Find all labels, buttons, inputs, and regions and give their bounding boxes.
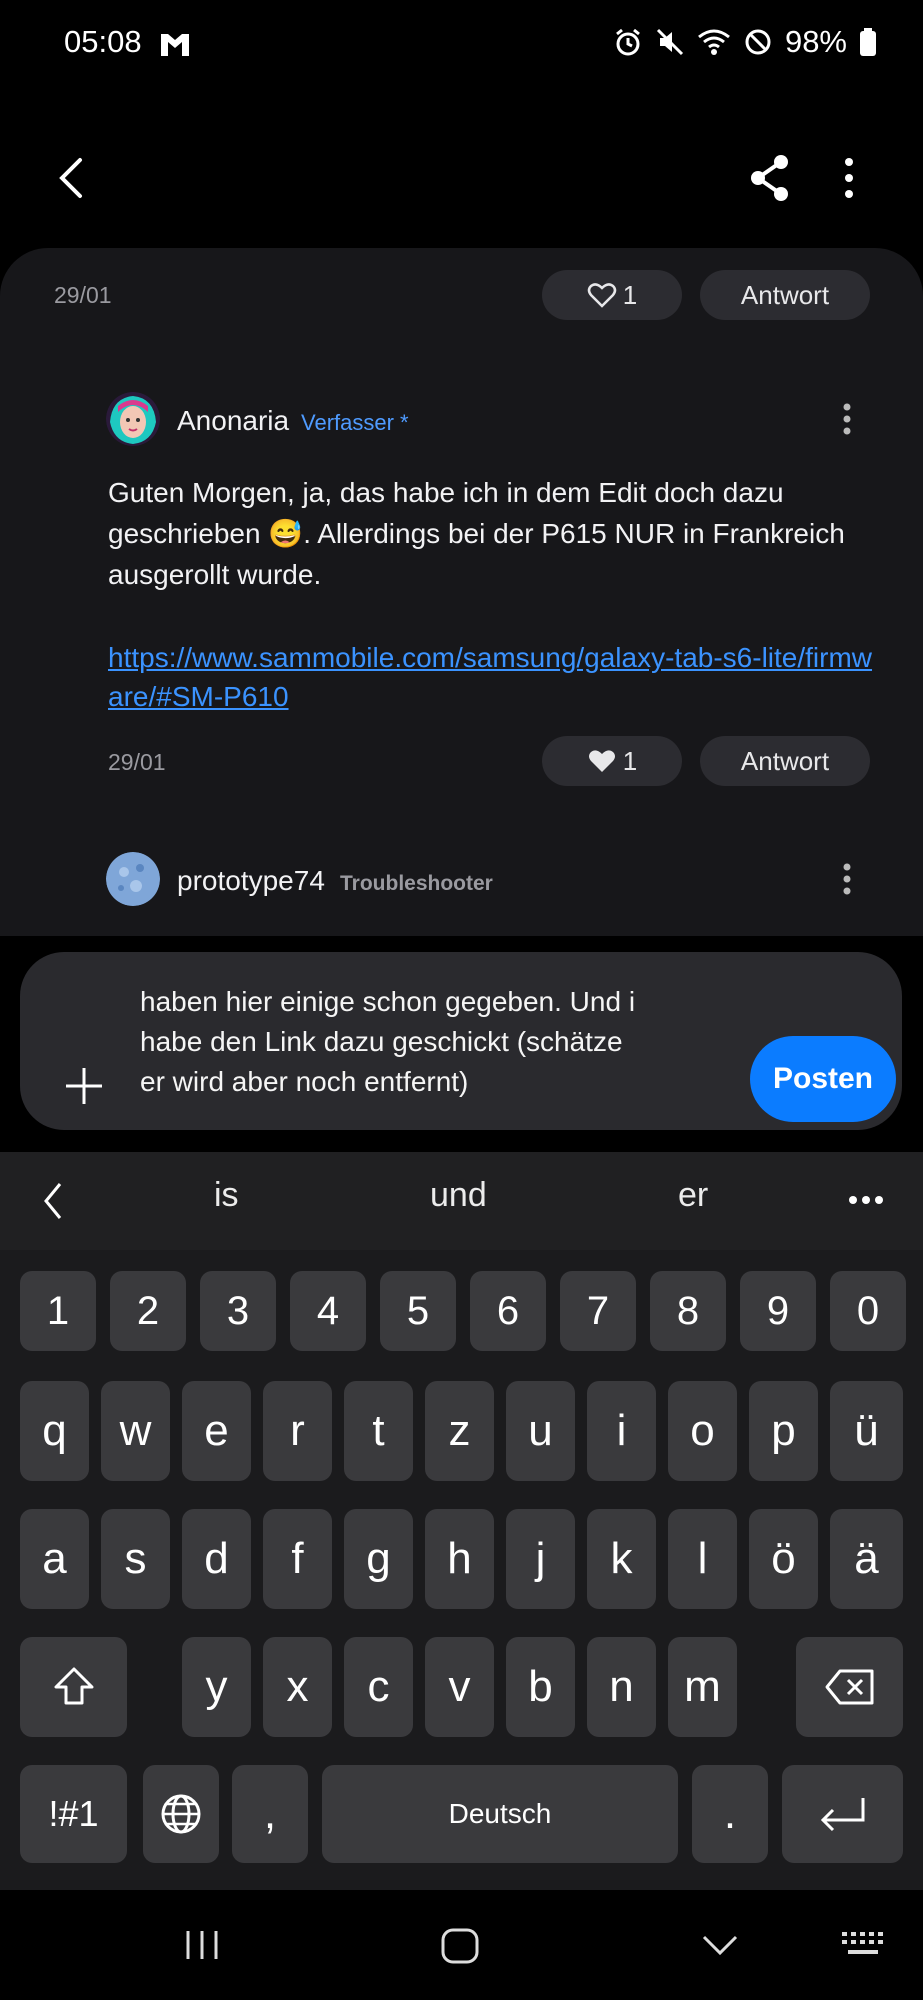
reply-button[interactable]: Antwort (700, 736, 870, 786)
like-count: 1 (622, 279, 638, 310)
key[interactable]: 5 (380, 1271, 456, 1351)
reply-line: habe den Link dazu geschickt (schätze (140, 1026, 623, 1057)
key[interactable]: i (587, 1381, 656, 1481)
key[interactable]: 4 (290, 1271, 366, 1351)
reply-line: haben hier einige schon gegeben. Und i (140, 986, 636, 1017)
key[interactable]: q (20, 1381, 89, 1481)
key[interactable]: 6 (470, 1271, 546, 1351)
dnd-icon (745, 29, 771, 55)
key[interactable]: f (263, 1509, 332, 1609)
backspace-key[interactable] (796, 1637, 903, 1737)
globe-icon (161, 1794, 201, 1834)
avatar (106, 392, 160, 446)
wifi-icon (698, 29, 730, 55)
comment-more-icon[interactable] (842, 402, 852, 436)
shift-key[interactable] (20, 1637, 127, 1737)
back-icon[interactable] (50, 150, 94, 206)
key[interactable]: 2 (110, 1271, 186, 1351)
status-bar: 05:08 98% (0, 0, 923, 90)
alarm-icon (616, 28, 640, 56)
space-key[interactable]: Deutsch (322, 1765, 678, 1863)
key[interactable]: e (182, 1381, 251, 1481)
more-suggestions-icon[interactable] (848, 1194, 884, 1206)
key[interactable]: ö (749, 1509, 818, 1609)
post-button[interactable]: Posten (750, 1036, 896, 1122)
comma-key[interactable]: , (232, 1765, 308, 1863)
key[interactable]: k (587, 1509, 656, 1609)
key[interactable]: h (425, 1509, 494, 1609)
key[interactable]: 9 (740, 1271, 816, 1351)
key[interactable]: z (425, 1381, 494, 1481)
more-options-icon[interactable] (836, 150, 862, 206)
key[interactable]: d (182, 1509, 251, 1609)
gmail-icon (161, 34, 189, 56)
comment-link[interactable]: https://www.sammobile.com/samsung/galaxy… (108, 638, 878, 716)
period-key[interactable]: . (692, 1765, 768, 1863)
suggestion[interactable]: is (214, 1176, 239, 1215)
recent-apps-icon[interactable] (182, 1927, 222, 1963)
key[interactable]: 8 (650, 1271, 726, 1351)
key[interactable]: j (506, 1509, 575, 1609)
key[interactable]: g (344, 1509, 413, 1609)
battery-icon (860, 28, 876, 56)
key[interactable]: ä (830, 1509, 903, 1609)
like-button[interactable]: 1 (542, 736, 682, 786)
backspace-icon (825, 1669, 873, 1705)
key[interactable]: c (344, 1637, 413, 1737)
enter-icon (820, 1798, 864, 1832)
symbols-key[interactable]: !#1 (20, 1765, 127, 1863)
key[interactable]: s (101, 1509, 170, 1609)
key[interactable]: r (263, 1381, 332, 1481)
key[interactable]: n (587, 1637, 656, 1737)
key[interactable]: t (344, 1381, 413, 1481)
share-icon[interactable] (748, 150, 792, 206)
key[interactable]: 0 (830, 1271, 906, 1351)
enter-key[interactable] (782, 1765, 903, 1863)
key[interactable]: y (182, 1637, 251, 1737)
post-date: 29/01 (108, 749, 166, 775)
battery-percent: 98% (784, 24, 847, 59)
post-date: 29/01 (54, 282, 112, 308)
suggestion[interactable]: und (430, 1176, 487, 1215)
key[interactable]: ü (830, 1381, 903, 1481)
status-icons: 98% (613, 24, 877, 60)
language-key[interactable] (143, 1765, 219, 1863)
key[interactable]: u (506, 1381, 575, 1481)
key[interactable]: 1 (20, 1271, 96, 1351)
status-time: 05:08 (64, 24, 142, 59)
home-icon[interactable] (440, 1927, 480, 1965)
comment-body: Guten Morgen, ja, das habe ich in dem Ed… (108, 477, 845, 590)
author-role-badge: Verfasser * (301, 410, 409, 435)
reply-input-text: haben hier einige schon gegeben. Und i h… (140, 982, 740, 1102)
key[interactable]: b (506, 1637, 575, 1737)
shift-icon (54, 1667, 93, 1705)
hide-keyboard-icon[interactable] (700, 1932, 740, 1958)
author-role-badge: Troubleshooter (340, 872, 493, 895)
like-count: 1 (622, 745, 638, 776)
author-name[interactable]: prototype74 (177, 865, 325, 897)
comment-more-icon[interactable] (842, 862, 852, 896)
key[interactable]: a (20, 1509, 89, 1609)
key[interactable]: w (101, 1381, 170, 1481)
suggestion[interactable]: er (678, 1176, 708, 1215)
reply-button[interactable]: Antwort (700, 270, 870, 320)
key[interactable]: p (749, 1381, 818, 1481)
avatar (106, 852, 160, 906)
key[interactable]: m (668, 1637, 737, 1737)
key[interactable]: 7 (560, 1271, 636, 1351)
key[interactable]: l (668, 1509, 737, 1609)
key[interactable]: o (668, 1381, 737, 1481)
key[interactable]: v (425, 1637, 494, 1737)
reply-line: er wird aber noch entfernt) (140, 1066, 469, 1097)
keyboard-switch-icon[interactable] (840, 1930, 886, 1960)
key[interactable]: x (263, 1637, 332, 1737)
key[interactable]: 3 (200, 1271, 276, 1351)
heart-filled-icon (588, 750, 615, 772)
add-attachment-icon[interactable] (62, 1064, 106, 1108)
author-name[interactable]: Anonaria (177, 405, 289, 437)
like-button[interactable]: 1 (542, 270, 682, 320)
mute-icon (656, 28, 684, 56)
collapse-suggestions-icon[interactable] (38, 1178, 68, 1224)
heart-outline-icon (587, 283, 617, 308)
